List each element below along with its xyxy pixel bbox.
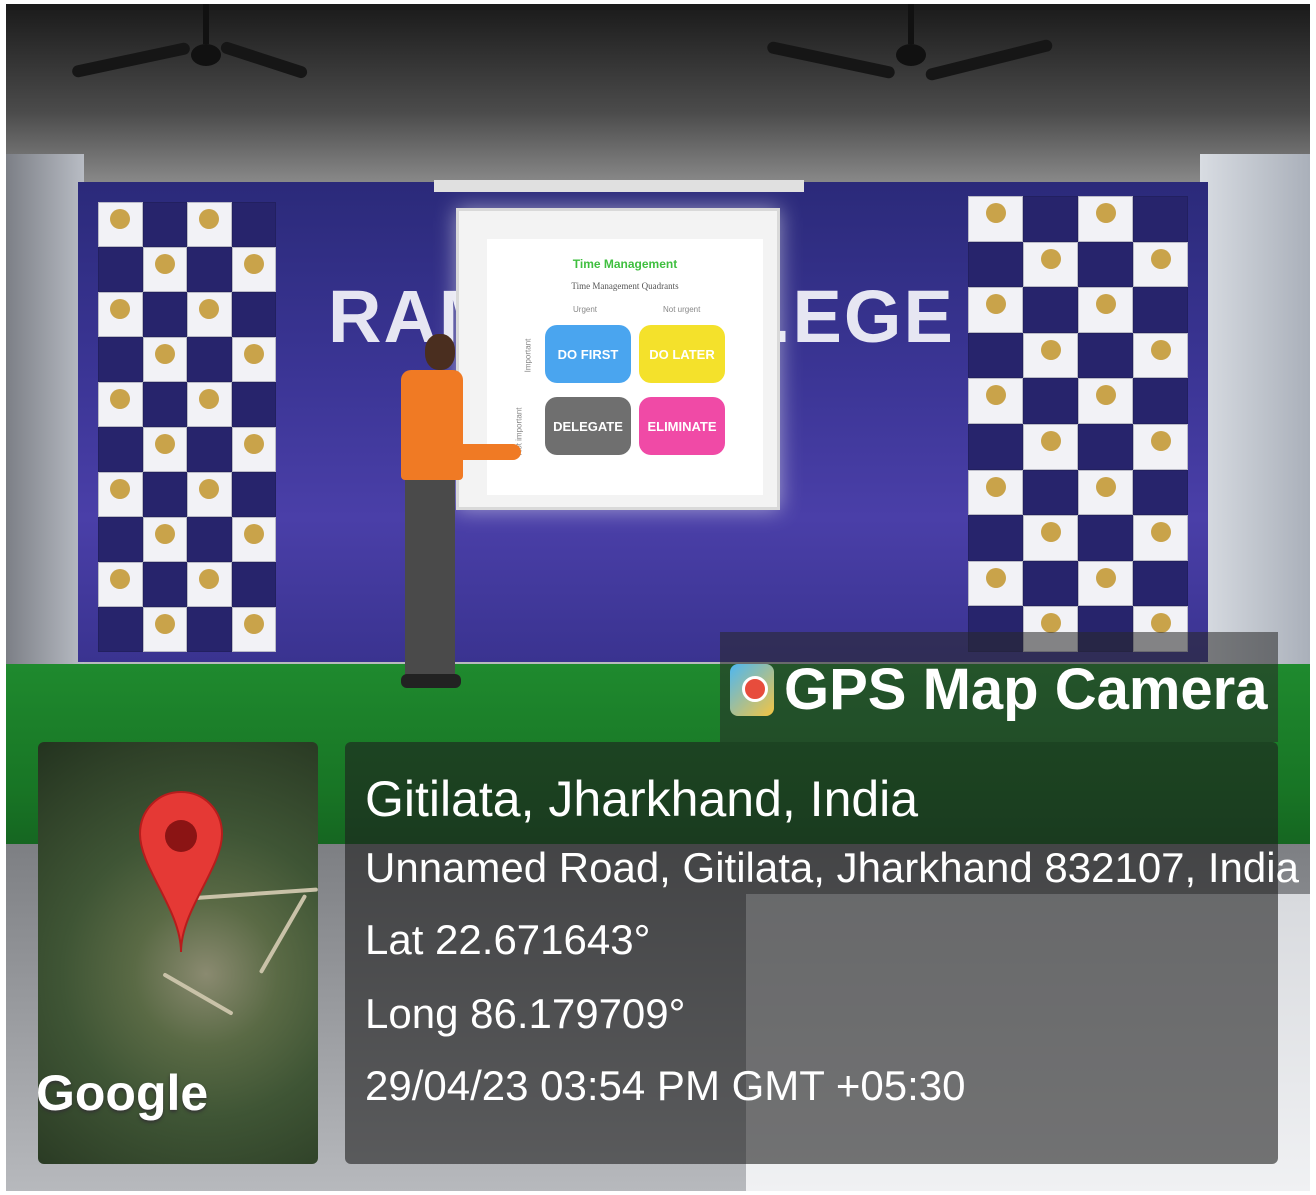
address: Unnamed Road, Gitilata, Jharkhand 832107…	[365, 844, 1299, 891]
quadrant-delegate: DELEGATE	[545, 397, 631, 455]
location-name: Gitilata, Jharkhand, India	[365, 771, 919, 827]
longitude: Long 86.179709°	[365, 990, 686, 1037]
latitude: Lat 22.671643°	[365, 916, 651, 963]
presenter	[391, 334, 521, 694]
map-road	[258, 894, 308, 974]
quadrant-do-first: DO FIRST	[545, 325, 631, 383]
presentation-slide: Time Management Time Management Quadrant…	[487, 239, 763, 495]
map-pin-icon	[138, 790, 224, 953]
quadrant-eliminate: ELIMINATE	[639, 397, 725, 455]
location-info-panel: Gitilata, Jharkhand, India Unnamed Road,…	[345, 742, 1299, 1164]
slide-subtitle: Time Management Quadrants	[571, 281, 679, 291]
ceiling	[6, 4, 1310, 184]
projector-screen: Time Management Time Management Quadrant…	[456, 208, 780, 510]
banner-text-right: .EGE	[770, 275, 955, 358]
app-name: GPS Map Camera	[784, 657, 1268, 722]
logo-checker-left	[98, 202, 276, 652]
column-label-urgent: Urgent	[573, 305, 598, 314]
gps-camera-header: GPS Map Camera	[720, 632, 1278, 742]
logo-checker-right	[968, 196, 1188, 652]
gps-map-camera-logo-icon	[730, 664, 774, 716]
column-label-not-urgent: Not urgent	[663, 305, 701, 314]
quadrant-do-later: DO LATER	[639, 325, 725, 383]
google-attribution: Google	[38, 1065, 209, 1121]
slide-title: Time Management	[572, 257, 678, 271]
projector-screen-bar	[434, 180, 804, 192]
datetime: 29/04/23 03:54 PM GMT +05:30	[365, 1062, 966, 1109]
row-label-important: Important	[523, 338, 533, 373]
map-road	[162, 972, 234, 1016]
satellite-map-thumbnail: Google	[38, 742, 318, 1164]
